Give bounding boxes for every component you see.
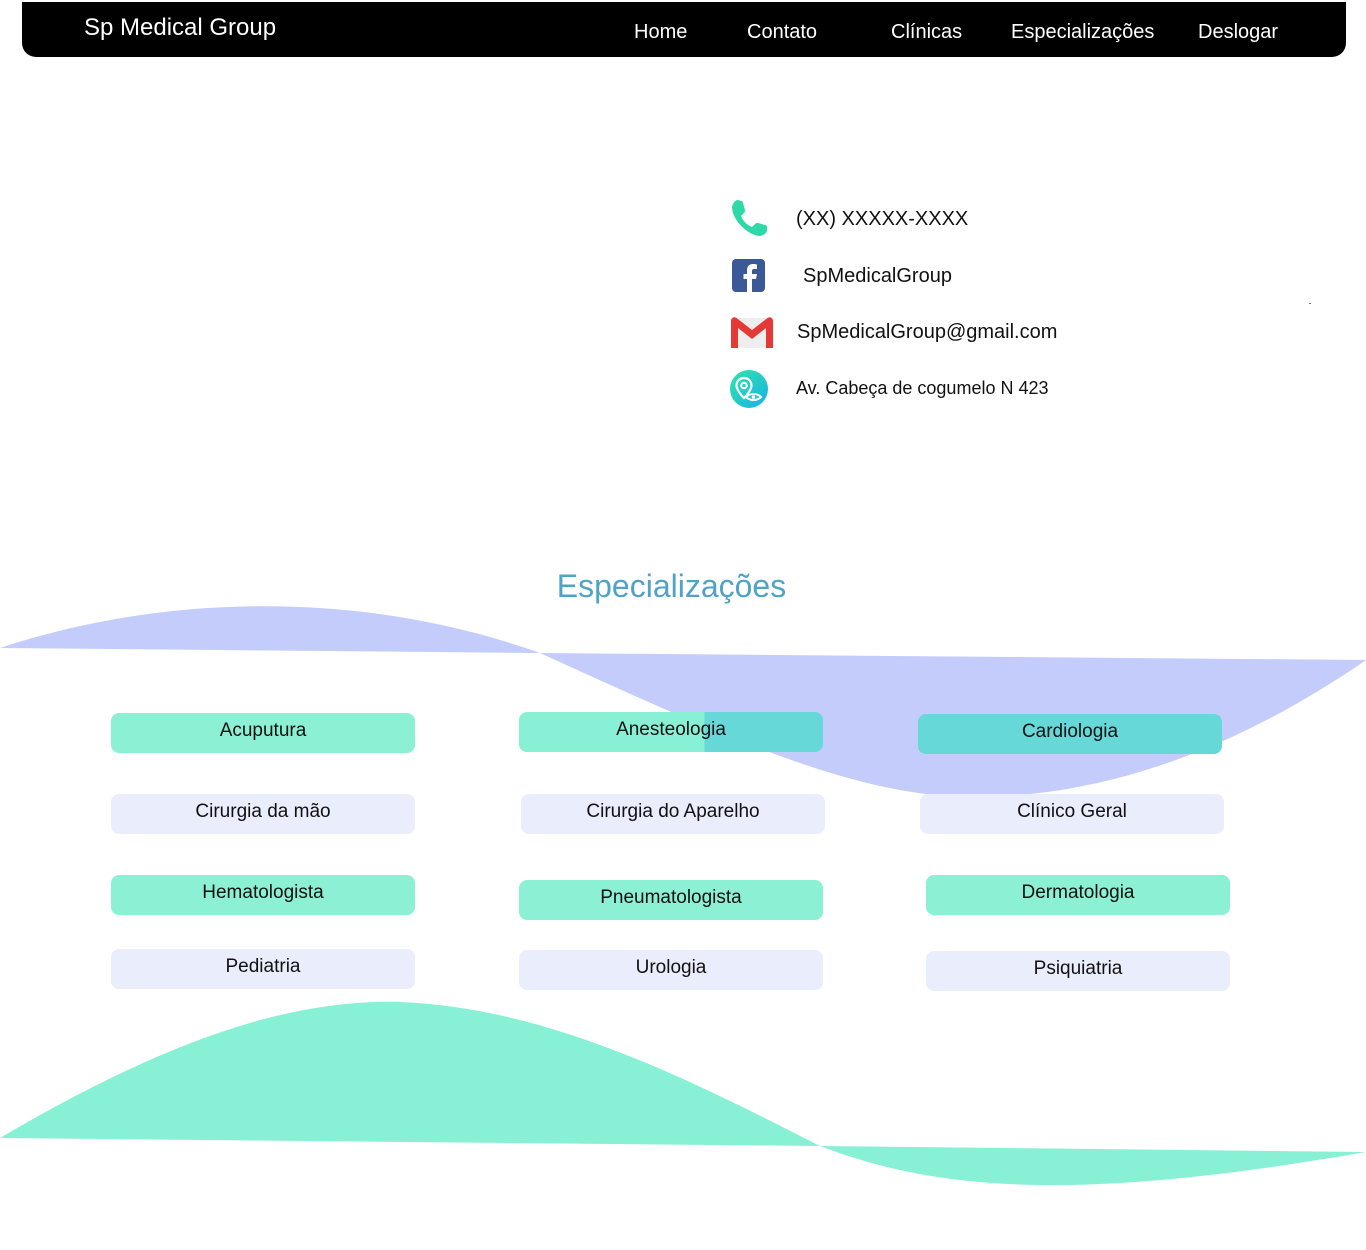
background-waves (0, 606, 1366, 1186)
nav-deslogar-link[interactable]: Deslogar (1198, 22, 1278, 42)
email-address-text[interactable]: SpMedicalGroup@gmail.com (797, 322, 1057, 342)
spec-dermatologia-button[interactable]: Dermatologia (926, 875, 1230, 915)
spec-clinico-geral-button[interactable]: Clínico Geral (920, 794, 1224, 834)
brand-logo-text[interactable]: Sp Medical Group (84, 16, 276, 40)
spec-hematologista-button[interactable]: Hematologista (111, 875, 415, 915)
spec-urologia-button[interactable]: Urologia (519, 950, 823, 990)
gmail-icon[interactable] (728, 312, 776, 356)
address-text: Av. Cabeça de cogumelo N 423 (796, 378, 1049, 398)
spec-cirurgia-do-aparelho-button[interactable]: Cirurgia do Aparelho (521, 794, 825, 834)
specializations-title: Especializações (556, 568, 787, 604)
spec-psiquiatria-button[interactable]: Psiquiatria (926, 951, 1230, 991)
nav-clinicas-link[interactable]: Clínicas (891, 22, 962, 42)
contact-email-row: SpMedicalGroup@gmail.com (728, 312, 1148, 356)
contact-address-row: Av. Cabeça de cogumelo N 423 (728, 368, 1148, 412)
nav-contato-link[interactable]: Contato (747, 22, 817, 42)
stray-dot (1309, 303, 1311, 304)
spec-cirurgia-da-mao-button[interactable]: Cirurgia da mão (111, 794, 415, 834)
facebook-icon[interactable] (728, 256, 772, 300)
facebook-handle-text[interactable]: SpMedicalGroup (803, 266, 952, 286)
contact-facebook-row: SpMedicalGroup (728, 256, 1148, 300)
spec-acuputura-button[interactable]: Acuputura (111, 713, 415, 753)
phone-icon (732, 200, 767, 236)
spec-pneumatologista-button[interactable]: Pneumatologista (519, 880, 823, 920)
top-navbar: Sp Medical Group Home Contato Clínicas E… (22, 2, 1346, 57)
spec-pediatria-button[interactable]: Pediatria (111, 949, 415, 989)
spec-anesteologia-button[interactable]: Anesteologia (519, 712, 823, 752)
spec-cardiologia-button[interactable]: Cardiologia (918, 714, 1222, 754)
blue-wave (0, 606, 1366, 798)
contact-phone-row: (XX) XXXXX-XXXX (728, 196, 1148, 240)
green-wave (0, 1001, 1366, 1186)
phone-number-text: (XX) XXXXX-XXXX (796, 208, 969, 230)
nav-especializacoes-link[interactable]: Especializações (1011, 22, 1154, 42)
nav-home-link[interactable]: Home (634, 22, 687, 42)
location-icon (730, 370, 768, 408)
